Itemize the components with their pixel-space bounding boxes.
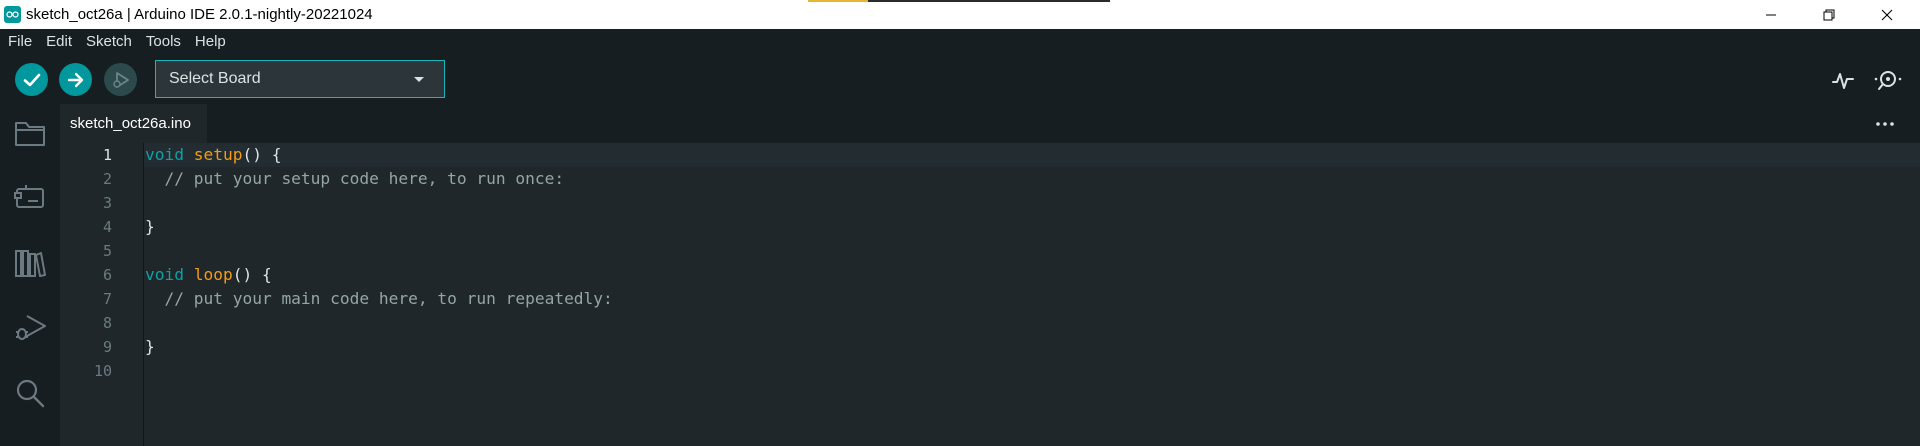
menu-help[interactable]: Help — [188, 29, 233, 54]
debug-icon — [16, 315, 46, 340]
code-function: setup — [193, 145, 243, 164]
code-line: // put your setup code here, to run once… — [145, 167, 564, 191]
more-options-button[interactable] — [1875, 116, 1895, 132]
boards-icon — [14, 185, 44, 208]
arduino-logo-icon — [4, 6, 21, 23]
activity-sidebar — [0, 104, 60, 446]
title-bar: sketch_oct26a | Arduino IDE 2.0.1-nightl… — [0, 0, 1920, 29]
toolbar: Select Board — [0, 54, 1920, 104]
board-select-label: Select Board — [169, 70, 261, 87]
line-number: 8 — [102, 314, 112, 332]
serial-monitor-button[interactable] — [1874, 66, 1902, 94]
serial-plotter-button[interactable] — [1829, 66, 1857, 94]
code-line: } — [145, 215, 155, 239]
line-number: 2 — [102, 170, 112, 188]
window-title: sketch_oct26a | Arduino IDE 2.0.1-nightl… — [26, 6, 373, 23]
minimize-icon — [1766, 14, 1776, 15]
board-select[interactable]: Select Board — [155, 60, 445, 98]
line-number: 7 — [102, 290, 112, 308]
editor-tab-bar: sketch_oct26a.ino — [60, 104, 1920, 143]
line-number: 6 — [102, 266, 112, 284]
close-button[interactable] — [1864, 0, 1910, 29]
debug-icon — [112, 71, 129, 88]
code-token: } — [145, 217, 155, 236]
line-number: 10 — [93, 362, 112, 380]
code-token: () { — [242, 145, 282, 164]
line-number: 5 — [102, 242, 112, 260]
chevron-down-icon — [414, 77, 424, 82]
title-decoration — [868, 0, 1110, 2]
library-manager-button[interactable] — [13, 246, 47, 280]
line-number: 9 — [102, 338, 112, 356]
code-keyword: void — [145, 265, 184, 284]
debug-button[interactable] — [104, 63, 137, 96]
code-line: // put your main code here, to run repea… — [145, 287, 613, 311]
title-decoration — [808, 0, 868, 2]
minimize-button[interactable] — [1748, 0, 1794, 29]
code-function: loop — [193, 265, 233, 284]
gutter-separator — [143, 143, 144, 446]
code-comment: // put your setup code here, to run once… — [145, 169, 565, 188]
code-editor[interactable]: 1 void setup() {2 // put your setup code … — [60, 143, 1920, 446]
upload-button[interactable] — [59, 63, 92, 96]
code-comment: // put your main code here, to run repea… — [145, 289, 613, 308]
debug-panel-button[interactable] — [13, 310, 47, 344]
code-line: void setup() { — [145, 143, 281, 167]
line-number: 4 — [102, 218, 112, 236]
magnifier-dots-icon — [1874, 71, 1902, 90]
restore-icon — [1823, 9, 1835, 20]
menu-tools[interactable]: Tools — [139, 29, 188, 54]
code-line: } — [145, 335, 155, 359]
library-icon — [15, 250, 46, 277]
menu-file[interactable]: File — [1, 29, 39, 54]
code-keyword: void — [145, 145, 184, 164]
line-number: 3 — [102, 194, 112, 212]
search-icon — [16, 379, 45, 408]
ellipsis-icon — [1876, 122, 1894, 126]
menu-bar: File Edit Sketch Tools Help — [0, 29, 1920, 54]
sketchbook-button[interactable] — [13, 116, 47, 150]
boards-manager-button[interactable] — [13, 180, 47, 214]
folder-icon — [15, 122, 45, 146]
code-token: } — [145, 337, 155, 356]
tab-sketch-file[interactable]: sketch_oct26a.ino — [60, 104, 207, 143]
code-line: void loop() { — [145, 263, 272, 287]
restore-button[interactable] — [1806, 0, 1852, 29]
current-line-highlight — [144, 143, 1920, 167]
menu-sketch[interactable]: Sketch — [79, 29, 139, 54]
menu-edit[interactable]: Edit — [39, 29, 79, 54]
check-icon — [23, 73, 40, 86]
close-icon — [1881, 9, 1893, 20]
arrow-right-icon — [67, 72, 83, 87]
line-number: 1 — [102, 146, 112, 164]
pulse-icon — [1832, 73, 1854, 89]
code-token: () { — [232, 265, 272, 284]
search-button[interactable] — [13, 376, 47, 410]
tab-label: sketch_oct26a.ino — [70, 115, 191, 132]
verify-button[interactable] — [15, 63, 48, 96]
